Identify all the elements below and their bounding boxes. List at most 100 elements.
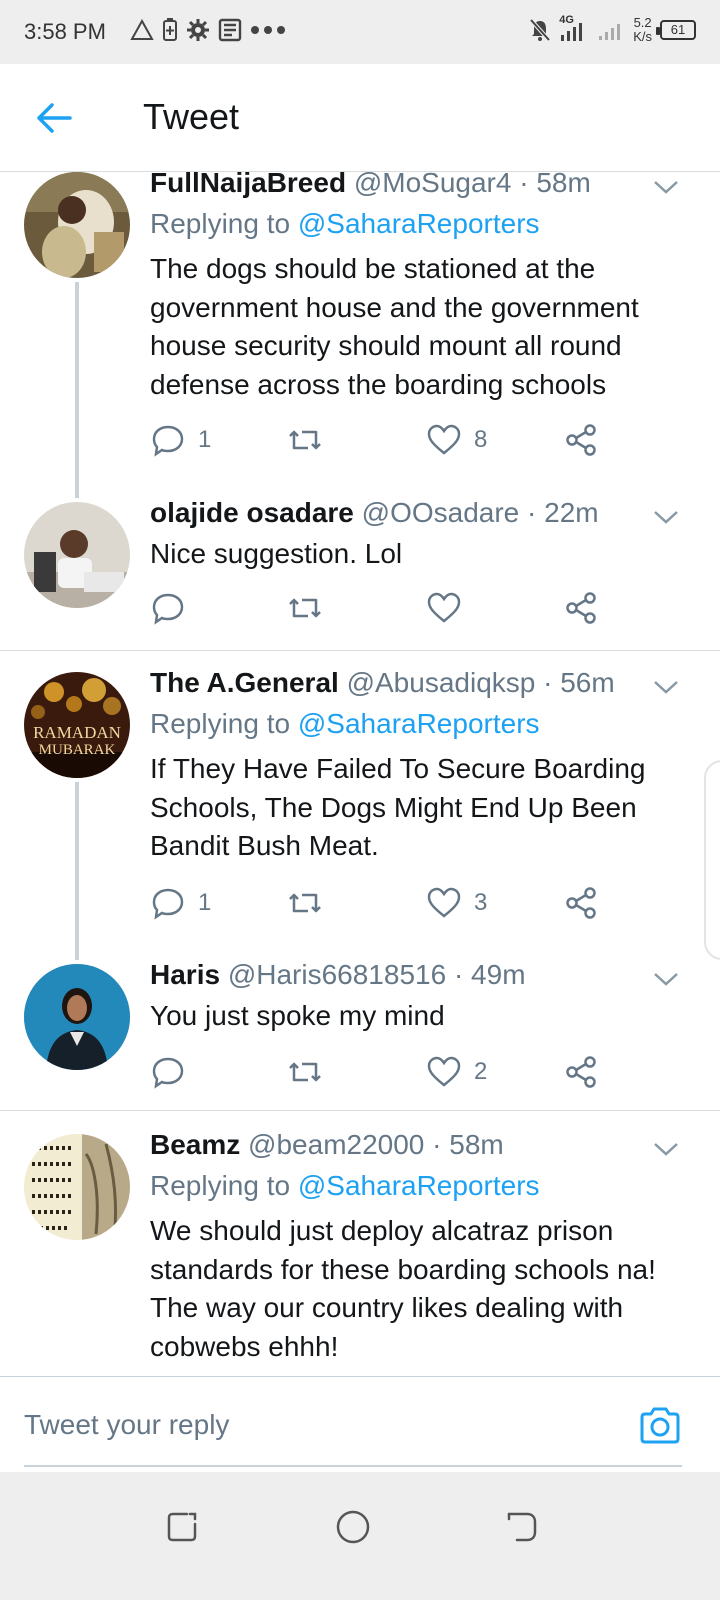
tweet-header: FullNaijaBreed @MoSugar4 · 58m [150,172,690,199]
reply-count: 1 [198,889,212,916]
author-name[interactable]: The A.General [150,667,339,698]
tweet-item[interactable]: Haris @Haris66818516 · 49m You just spok… [0,959,720,1110]
share-icon [566,887,596,919]
system-nav-bar [0,1472,720,1600]
status-left-icons [130,18,286,42]
retweet-button[interactable] [286,883,324,923]
back-nav-icon [507,1512,537,1542]
chevron-down-icon[interactable] [652,507,680,527]
recent-apps-icon [167,1512,197,1542]
mention-link[interactable]: @SaharaReporters [298,1170,540,1201]
retweet-icon [289,893,321,913]
camera-icon[interactable] [638,1405,682,1445]
tweet-actions [150,588,620,628]
author-name[interactable]: olajide osadare [150,497,354,528]
like-button[interactable]: 8 [426,420,487,460]
author-handle: @beam22000 · 58m [248,1129,504,1160]
reply-button[interactable]: 1 [150,420,211,460]
tweet-header: Beamz @beam22000 · 58m [150,1129,690,1161]
reply-bar: Tweet your reply [0,1376,720,1472]
tweet-header: olajide osadare @OOsadare · 22m [150,497,690,529]
heart-icon [427,592,461,623]
mute-icon [529,18,551,42]
reply-button[interactable] [150,588,198,628]
chevron-down-icon[interactable] [652,969,680,989]
tweet-item[interactable]: Beamz @beam22000 · 58m Replying to @Saha… [0,1129,720,1376]
back-button[interactable] [30,98,78,138]
avatar[interactable] [24,172,130,278]
replying-to-prefix: Replying to [150,708,298,739]
author-handle: @Abusadiqksp · 56m [346,667,615,698]
reply-icon [152,425,184,457]
author-name[interactable]: Beamz [150,1129,240,1160]
battery-icon: 61 [656,20,696,40]
status-bar: 3:58 PM 4G 5.2 K/s 61 [0,0,720,64]
tweet-item[interactable]: RAMADAN MUBARAK The A.General @Abusadiqk… [0,667,720,964]
avatar[interactable]: RAMADAN MUBARAK [24,672,130,778]
author-name[interactable]: Haris [150,959,220,990]
share-button[interactable] [564,883,600,923]
reply-icon [152,593,184,625]
network-speed-value: 5.2 [633,15,652,30]
tweet-item[interactable]: FullNaijaBreed @MoSugar4 · 58m Replying … [0,172,720,502]
tweet-text: The dogs should be stationed at the gove… [150,253,639,400]
like-button[interactable]: 2 [426,1052,487,1092]
retweet-button[interactable] [286,588,324,628]
status-time: 3:58 PM [24,19,106,44]
share-button[interactable] [564,1052,600,1092]
divider [0,650,720,651]
like-button[interactable] [426,588,474,628]
share-button[interactable] [564,420,600,460]
share-icon [566,592,596,624]
avatar-text-mubarak: MUBARAK [39,742,116,758]
reply-button[interactable] [150,1052,198,1092]
author-name[interactable]: FullNaijaBreed [150,172,346,198]
reply-button[interactable]: 1 [150,883,211,923]
tweet-text: You just spoke my mind [150,1000,445,1031]
battery-saver-icon [163,18,177,41]
network-signal-icon: 4G [559,14,589,43]
reply-icon [152,888,184,920]
more-dots-icon [251,26,285,34]
tweet-text: Nice suggestion. Lol [150,538,403,569]
tweet-text: If They Have Failed To Secure Boarding S… [150,753,646,861]
retweet-icon [289,1062,321,1082]
avatar[interactable] [24,1134,130,1240]
back-arrow-icon [37,103,72,133]
tweet-actions: 2 [150,1052,620,1092]
replying-to-prefix: Replying to [150,1170,298,1201]
reply-count: 1 [198,426,212,453]
chevron-down-icon[interactable] [652,1139,680,1159]
tweet-text: We should just deploy alcatraz prison st… [150,1215,656,1362]
share-icon [566,1056,596,1088]
mention-link[interactable]: @SaharaReporters [298,208,540,239]
retweet-icon [289,430,321,450]
back-nav-button[interactable] [497,1502,547,1552]
tweet-header: The A.General @Abusadiqksp · 56m [150,667,690,699]
retweet-button[interactable] [286,420,324,460]
like-button[interactable]: 3 [426,883,487,923]
recent-apps-button[interactable] [157,1502,207,1552]
home-button[interactable] [328,1502,378,1552]
reply-feed[interactable]: FullNaijaBreed @MoSugar4 · 58m Replying … [0,172,720,1376]
mention-link[interactable]: @SaharaReporters [298,708,540,739]
chevron-down-icon[interactable] [652,177,680,197]
edge-panel-handle[interactable] [704,760,720,960]
reply-input[interactable]: Tweet your reply [24,1409,229,1441]
reply-input-underline [24,1465,682,1467]
reply-icon [152,1057,184,1089]
tweet-actions: 1 8 [150,420,620,460]
heart-icon [427,1056,461,1087]
network-speed: 5.2 K/s [633,16,652,44]
battery-level: 61 [670,22,686,37]
page-title: Tweet [143,96,240,137]
chevron-down-icon[interactable] [652,677,680,697]
tweet-item[interactable]: olajide osadare @OOsadare · 22m Nice sug… [0,497,720,650]
avatar[interactable] [24,964,130,1070]
network-speed-unit: K/s [633,29,652,44]
share-button[interactable] [564,588,600,628]
author-handle: @MoSugar4 · 58m [353,172,591,198]
retweet-button[interactable] [286,1052,324,1092]
avatar[interactable] [24,502,130,608]
signal-icon [599,24,621,40]
